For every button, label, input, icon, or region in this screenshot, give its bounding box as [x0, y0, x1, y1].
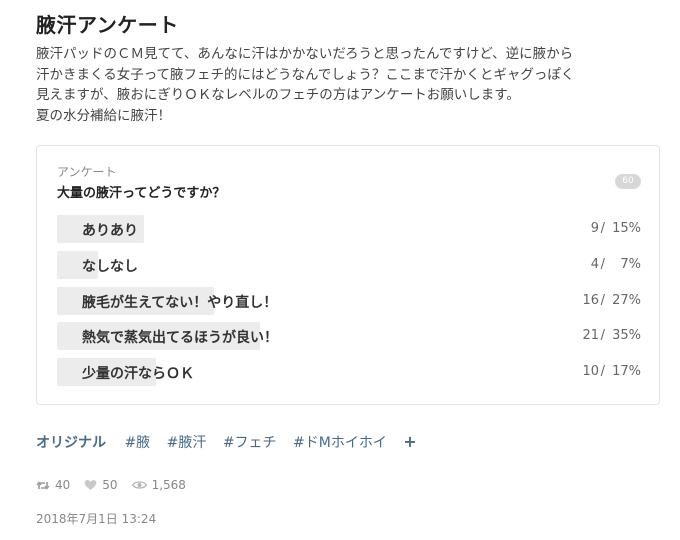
- poll-option-separator: /: [600, 328, 605, 343]
- poll-option-percent: 27%: [612, 293, 641, 308]
- poll-option-count: 10: [582, 364, 599, 379]
- description-line: 見えますが、腋おにぎりＯＫなレベルのフェチの方はアンケートお願いします。: [36, 87, 520, 103]
- poll-total-badge: 60: [615, 174, 641, 189]
- tag-link[interactable]: #腋汗: [167, 435, 207, 451]
- poll-option-count: 4: [590, 257, 599, 272]
- tag-list: オリジナル #腋 #腋汗 #フェチ #ドMホイホイ +: [36, 432, 417, 452]
- description-line: 腋汗パッドのＣＭ見てて、あんなに汗はかかないだろうと思ったんですけど、逆に腋から: [36, 46, 574, 62]
- post-description: 腋汗パッドのＣＭ見てて、あんなに汗はかかないだろうと思ったんですけど、逆に腋から…: [36, 44, 666, 126]
- description-line: 汗かきまくる女子って腋フェチ的にはどうなんでしょう？ここまで汗かくとギャグっぽく: [36, 66, 575, 83]
- post-date: 2018年7月1日 13:24: [36, 512, 157, 526]
- poll-option[interactable]: 腋毛が生えてない！やり直し！ 16 / 27%: [57, 287, 641, 315]
- poll-option-count: 21: [582, 328, 599, 343]
- heart-icon: [85, 480, 97, 490]
- poll-option-percent: 35%: [612, 328, 641, 343]
- poll-option-label: 熱気で蒸気出てるほうが良い！: [82, 330, 278, 346]
- poll-option-label: なしなし: [82, 259, 138, 275]
- poll-option-separator: /: [600, 364, 605, 379]
- poll-option-label: ありあり: [82, 223, 138, 239]
- poll-option-count: 9: [590, 221, 599, 236]
- poll-option-count: 16: [582, 293, 599, 308]
- poll-option-percent: 7%: [620, 257, 641, 272]
- retweet-stat[interactable]: 40: [36, 478, 70, 492]
- view-count: 1,568: [151, 478, 186, 492]
- poll-option[interactable]: なしなし 4 / 7%: [57, 251, 641, 279]
- poll-card: アンケート 大量の腋汗ってどうですか？ 60 ありあり 9 / 15% なしなし…: [36, 145, 660, 405]
- poll-option-percent: 15%: [612, 221, 641, 236]
- page-title: 腋汗アンケート: [36, 13, 179, 37]
- poll-option-separator: /: [600, 221, 605, 236]
- tag-link[interactable]: #腋: [124, 435, 150, 451]
- tag-link[interactable]: #ドMホイホイ: [293, 435, 387, 451]
- like-count: 50: [102, 478, 118, 492]
- description-line: 夏の水分補給に腋汗！: [36, 107, 171, 124]
- tag-original[interactable]: オリジナル: [36, 435, 106, 451]
- like-stat[interactable]: 50: [84, 478, 118, 492]
- view-stat: 1,568: [131, 478, 186, 492]
- poll-option-label: 少量の汗ならＯＫ: [82, 366, 194, 382]
- eye-icon: [131, 481, 147, 489]
- retweet-icon: [36, 480, 50, 490]
- poll-option[interactable]: ありあり 9 / 15%: [57, 215, 641, 243]
- poll-option[interactable]: 熱気で蒸気出てるほうが良い！ 21 / 35%: [57, 322, 641, 350]
- poll-option-separator: /: [600, 293, 605, 308]
- poll-option[interactable]: 少量の汗ならＯＫ 10 / 17%: [57, 358, 641, 386]
- post-stats: 40 50 1,568: [36, 478, 200, 492]
- poll-question: 大量の腋汗ってどうですか？: [57, 186, 226, 201]
- add-tag-button[interactable]: +: [403, 432, 416, 451]
- poll-label: アンケート: [57, 165, 117, 179]
- poll-option-label: 腋毛が生えてない！やり直し！: [82, 295, 278, 311]
- poll-option-separator: /: [600, 257, 605, 272]
- poll-option-percent: 17%: [612, 364, 641, 379]
- retweet-count: 40: [55, 478, 71, 492]
- tag-link[interactable]: #フェチ: [223, 435, 277, 451]
